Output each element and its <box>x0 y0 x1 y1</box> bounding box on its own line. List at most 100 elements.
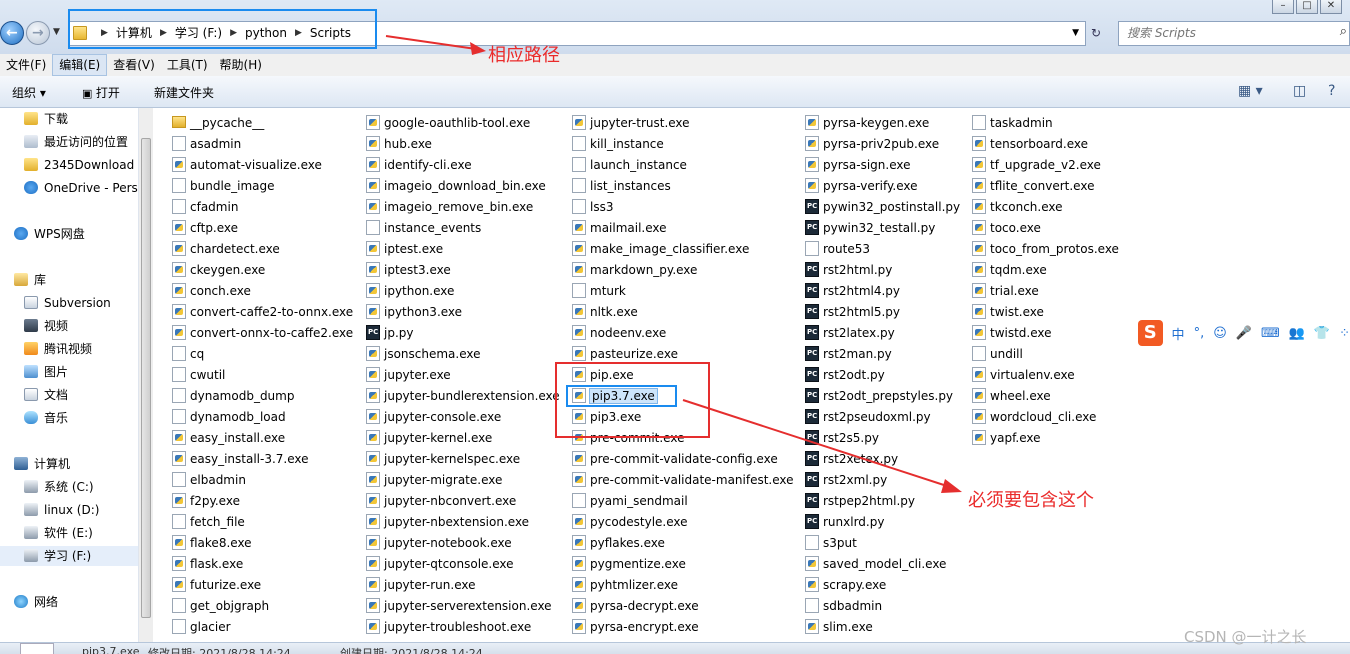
file-item[interactable]: easy_install.exe <box>172 428 285 449</box>
file-item[interactable]: iptest.exe <box>366 239 443 260</box>
file-item[interactable]: cwutil <box>172 365 225 386</box>
file-item[interactable]: get_objgraph <box>172 596 269 617</box>
file-item[interactable]: rst2xetex.py <box>805 448 898 470</box>
refresh-button[interactable]: ↻ <box>1091 26 1109 42</box>
file-item[interactable]: tflite_convert.exe <box>972 176 1094 197</box>
file-item[interactable]: jupyter-kernelspec.exe <box>366 449 520 470</box>
file-item[interactable]: route53 <box>805 239 870 260</box>
file-item[interactable]: launch_instance <box>572 155 687 176</box>
file-item[interactable]: rst2man.py <box>805 343 892 365</box>
file-item[interactable]: rstpep2html.py <box>805 490 915 512</box>
file-item[interactable]: toco.exe <box>972 218 1041 239</box>
file-item[interactable]: runxlrd.py <box>805 511 884 533</box>
sidebar-item-recent[interactable]: 最近访问的位置 <box>24 132 128 152</box>
file-item[interactable]: jsonschema.exe <box>366 344 481 365</box>
file-item[interactable]: fetch_file <box>172 512 245 533</box>
sidebar-item-pictures[interactable]: 图片 <box>24 362 68 382</box>
sidebar-item-2345download[interactable]: 2345Download <box>24 155 134 175</box>
file-item[interactable]: tkconch.exe <box>972 197 1063 218</box>
ime-user-icon[interactable]: 👥 <box>1289 326 1305 341</box>
chevron-down-icon[interactable]: ▼ <box>1072 28 1079 38</box>
file-item[interactable]: wheel.exe <box>972 386 1051 407</box>
file-item[interactable]: tqdm.exe <box>972 260 1047 281</box>
sidebar-item-drive-d[interactable]: linux (D:) <box>24 500 99 520</box>
file-item[interactable]: virtualenv.exe <box>972 365 1075 386</box>
sidebar-item-subversion[interactable]: Subversion <box>24 293 111 313</box>
search-box[interactable]: ⌕ <box>1118 21 1350 46</box>
file-item[interactable]: taskadmin <box>972 113 1053 134</box>
file-item[interactable]: pyrsa-verify.exe <box>805 176 918 197</box>
file-item[interactable]: pyrsa-decrypt.exe <box>572 596 699 617</box>
file-item[interactable]: mailmail.exe <box>572 218 667 239</box>
file-item[interactable]: jupyter-notebook.exe <box>366 533 512 554</box>
file-item[interactable]: pyhtmlizer.exe <box>572 575 678 596</box>
file-item[interactable]: pywin32_postinstall.py <box>805 196 960 218</box>
file-item[interactable]: rst2xml.py <box>805 469 887 491</box>
file-item[interactable]: elbadmin <box>172 470 246 491</box>
file-item[interactable]: easy_install-3.7.exe <box>172 449 309 470</box>
ime-voice-icon[interactable]: 🎤 <box>1236 326 1252 341</box>
file-item[interactable]: wordcloud_cli.exe <box>972 407 1096 428</box>
file-item[interactable]: pyrsa-sign.exe <box>805 155 911 176</box>
file-item[interactable]: glacier <box>172 617 231 638</box>
sidebar-item-downloads[interactable]: 下载 <box>24 109 68 129</box>
file-item[interactable]: pycodestyle.exe <box>572 512 688 533</box>
menu-help[interactable]: 帮助(H) <box>214 54 268 76</box>
file-item[interactable]: cq <box>172 344 204 365</box>
scrollbar-thumb[interactable] <box>141 138 151 618</box>
sidebar-item-tencent-video[interactable]: 腾讯视频 <box>24 339 92 359</box>
ime-chinese-mode-icon[interactable]: 中 <box>1172 324 1185 343</box>
file-item[interactable]: pygmentize.exe <box>572 554 686 575</box>
file-item[interactable]: s3put <box>805 533 857 554</box>
menu-file[interactable]: 文件(F) <box>0 54 52 76</box>
file-item[interactable]: imageio_remove_bin.exe <box>366 197 533 218</box>
file-item[interactable]: rst2odt_prepstyles.py <box>805 385 953 407</box>
file-item[interactable]: instance_events <box>366 218 481 239</box>
file-item[interactable]: automat-visualize.exe <box>172 155 322 176</box>
open-button[interactable]: ▣ 打开 <box>82 84 120 101</box>
file-item[interactable]: tensorboard.exe <box>972 134 1088 155</box>
search-input[interactable] <box>1119 22 1319 43</box>
file-item[interactable]: f2py.exe <box>172 491 240 512</box>
file-item[interactable]: conch.exe <box>172 281 251 302</box>
file-item[interactable]: jupyter-nbconvert.exe <box>366 491 516 512</box>
sidebar-item-music[interactable]: 音乐 <box>24 408 68 428</box>
menu-edit[interactable]: 编辑(E) <box>52 54 108 76</box>
forward-button[interactable]: → <box>26 21 50 45</box>
file-item[interactable]: dynamodb_load <box>172 407 286 428</box>
file-item[interactable]: ckeygen.exe <box>172 260 265 281</box>
file-item[interactable]: ipython.exe <box>366 281 454 302</box>
file-item[interactable]: twistd.exe <box>972 323 1052 344</box>
new-folder-button[interactable]: 新建文件夹 <box>154 84 214 101</box>
file-item[interactable]: pre-commit-validate-config.exe <box>572 449 778 470</box>
file-item[interactable]: yapf.exe <box>972 428 1041 449</box>
sidebar-item-drive-e[interactable]: 软件 (E:) <box>24 523 93 543</box>
file-item[interactable]: nodeenv.exe <box>572 323 666 344</box>
sidebar-item-drive-f[interactable]: 学习 (F:) <box>0 546 138 566</box>
sidebar-item-documents[interactable]: 文档 <box>24 385 68 405</box>
view-options-icon[interactable]: ▦ ▾ <box>1238 83 1263 99</box>
file-item[interactable]: markdown_py.exe <box>572 260 697 281</box>
file-item[interactable]: pywin32_testall.py <box>805 217 935 239</box>
file-item[interactable]: pre-commit-validate-manifest.exe <box>572 470 794 491</box>
minimize-button[interactable]: – <box>1272 0 1294 14</box>
ime-keyboard-icon[interactable]: ⌨ <box>1261 326 1280 341</box>
sidebar-item-network[interactable]: 网络 <box>14 592 58 612</box>
file-item[interactable]: imageio_download_bin.exe <box>366 176 546 197</box>
back-button[interactable]: ← <box>0 21 24 45</box>
file-item[interactable]: flask.exe <box>172 554 243 575</box>
file-item[interactable]: kill_instance <box>572 134 664 155</box>
file-item[interactable]: __pycache__ <box>172 113 264 134</box>
sidebar-item-video[interactable]: 视频 <box>24 316 68 336</box>
file-item[interactable]: chardetect.exe <box>172 239 280 260</box>
file-item[interactable]: iptest3.exe <box>366 260 451 281</box>
file-item[interactable]: pyami_sendmail <box>572 491 688 512</box>
file-item[interactable]: lss3 <box>572 197 613 218</box>
maximize-button[interactable]: □ <box>1296 0 1318 14</box>
file-item[interactable]: jupyter-bundlerextension.exe <box>366 386 560 407</box>
file-item[interactable]: jupyter-serverextension.exe <box>366 596 552 617</box>
file-item[interactable]: ipython3.exe <box>366 302 462 323</box>
sidebar-item-computer[interactable]: 计算机 <box>14 454 70 474</box>
file-item[interactable]: rst2s5.py <box>805 427 879 449</box>
help-icon[interactable]: ? <box>1328 83 1335 99</box>
